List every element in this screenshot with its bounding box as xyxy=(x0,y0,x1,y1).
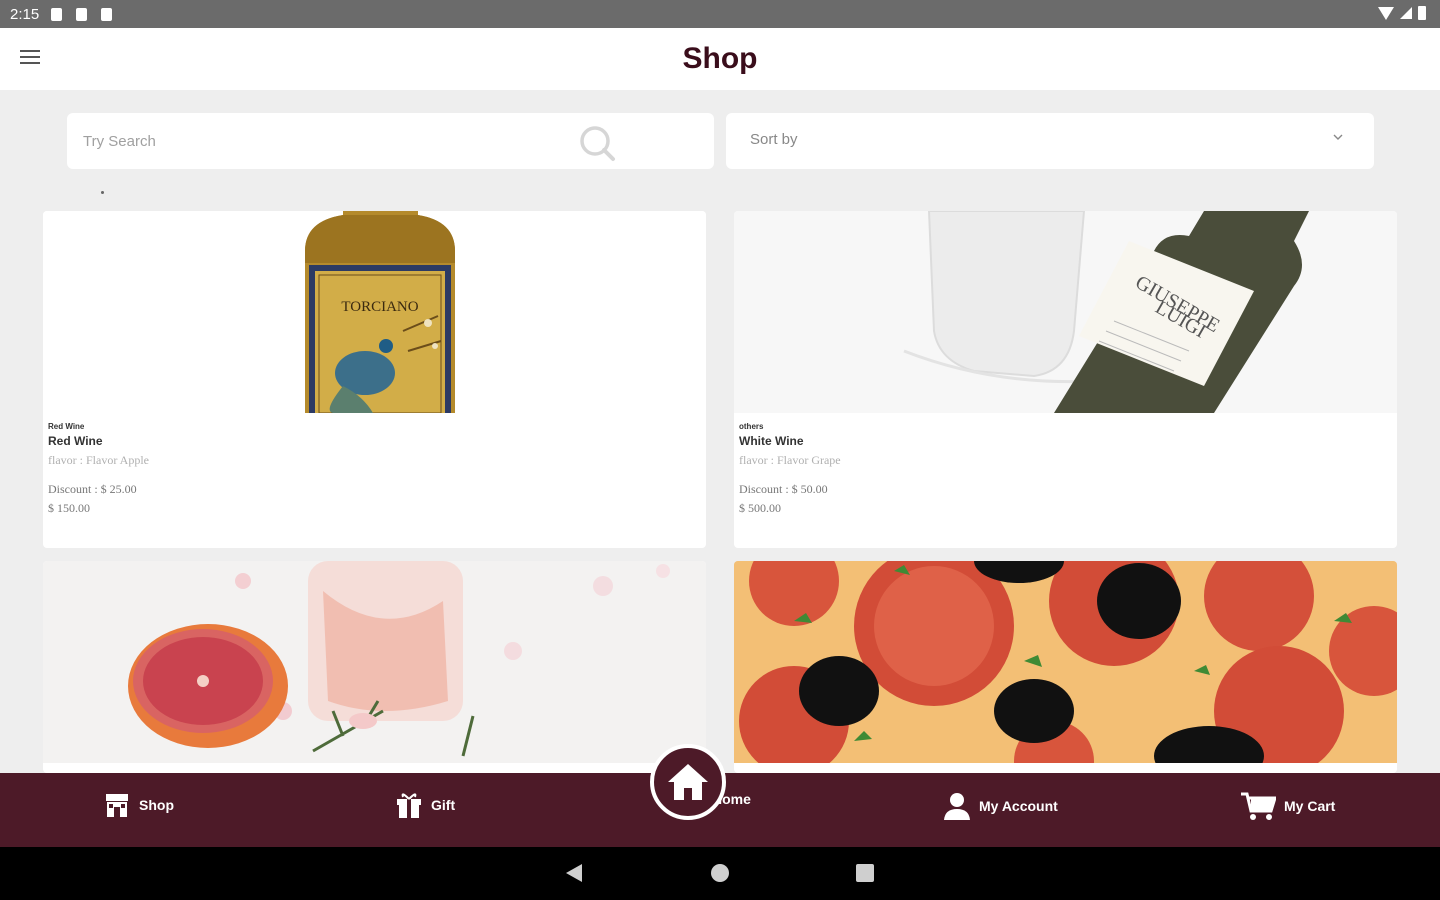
battery-icon xyxy=(1418,6,1426,20)
gift-icon xyxy=(397,793,421,818)
product-flavor: flavor : Flavor Apple xyxy=(48,453,149,467)
search-input[interactable] xyxy=(83,127,563,155)
system-navigation-bar xyxy=(0,847,1440,900)
search-icon[interactable] xyxy=(578,124,618,164)
product-card[interactable]: GIUSEPPE LUIGI others White Wine flavor … xyxy=(734,211,1397,548)
product-discount: Discount : $ 25.00 xyxy=(48,482,137,496)
signal-icon xyxy=(1400,7,1412,19)
product-image xyxy=(734,561,1397,763)
product-flavor: flavor : Flavor Grape xyxy=(739,453,841,467)
nav-account[interactable]: My Account xyxy=(943,791,1058,821)
product-discount: Discount : $ 50.00 xyxy=(739,482,828,496)
cart-icon xyxy=(1241,792,1276,820)
product-card[interactable] xyxy=(734,561,1397,773)
nav-gift[interactable]: Gift xyxy=(395,791,455,819)
product-name: Red Wine xyxy=(48,434,103,448)
store-icon xyxy=(106,794,128,817)
product-card[interactable]: TORCIANO Red Wine Red Wine flavor : Flav… xyxy=(43,211,706,548)
nav-cart[interactable]: My Cart xyxy=(1240,791,1335,821)
product-price: $ 500.00 xyxy=(739,501,781,515)
product-card[interactable] xyxy=(43,561,706,773)
page-title: Shop xyxy=(682,42,758,75)
product-price: $ 150.00 xyxy=(48,501,90,515)
sort-dropdown[interactable]: Sort by xyxy=(726,113,1374,169)
product-category: Red Wine xyxy=(48,422,85,431)
home-button[interactable] xyxy=(650,744,726,820)
back-icon[interactable] xyxy=(566,864,582,882)
nav-account-label: My Account xyxy=(979,798,1058,814)
storage-icon xyxy=(101,7,113,21)
system-home-icon[interactable] xyxy=(711,864,729,882)
nav-gift-label: Gift xyxy=(431,797,456,813)
nav-shop-label: Shop xyxy=(139,797,174,813)
nav-cart-label: My Cart xyxy=(1284,798,1336,814)
sim-icon xyxy=(76,7,88,21)
status-indicators xyxy=(1378,6,1426,20)
status-bar: 2:15 xyxy=(0,0,1440,28)
divider-dot xyxy=(101,191,104,194)
svg-text:TORCIANO: TORCIANO xyxy=(341,299,418,315)
chevron-down-icon xyxy=(1333,134,1343,140)
app-bar: Shop xyxy=(0,28,1440,90)
notification-icon xyxy=(51,7,63,21)
product-image: GIUSEPPE LUIGI xyxy=(734,211,1397,413)
user-icon xyxy=(944,793,970,820)
product-image: TORCIANO xyxy=(43,211,706,413)
product-name: White Wine xyxy=(739,434,804,448)
sort-label: Sort by xyxy=(750,131,798,148)
product-category: others xyxy=(739,422,764,431)
status-time: 2:15 xyxy=(10,5,40,23)
recent-apps-icon[interactable] xyxy=(856,864,874,882)
product-image xyxy=(43,561,706,763)
nav-shop[interactable]: Shop xyxy=(103,791,174,819)
wifi-icon xyxy=(1378,6,1394,20)
home-icon xyxy=(668,764,708,800)
